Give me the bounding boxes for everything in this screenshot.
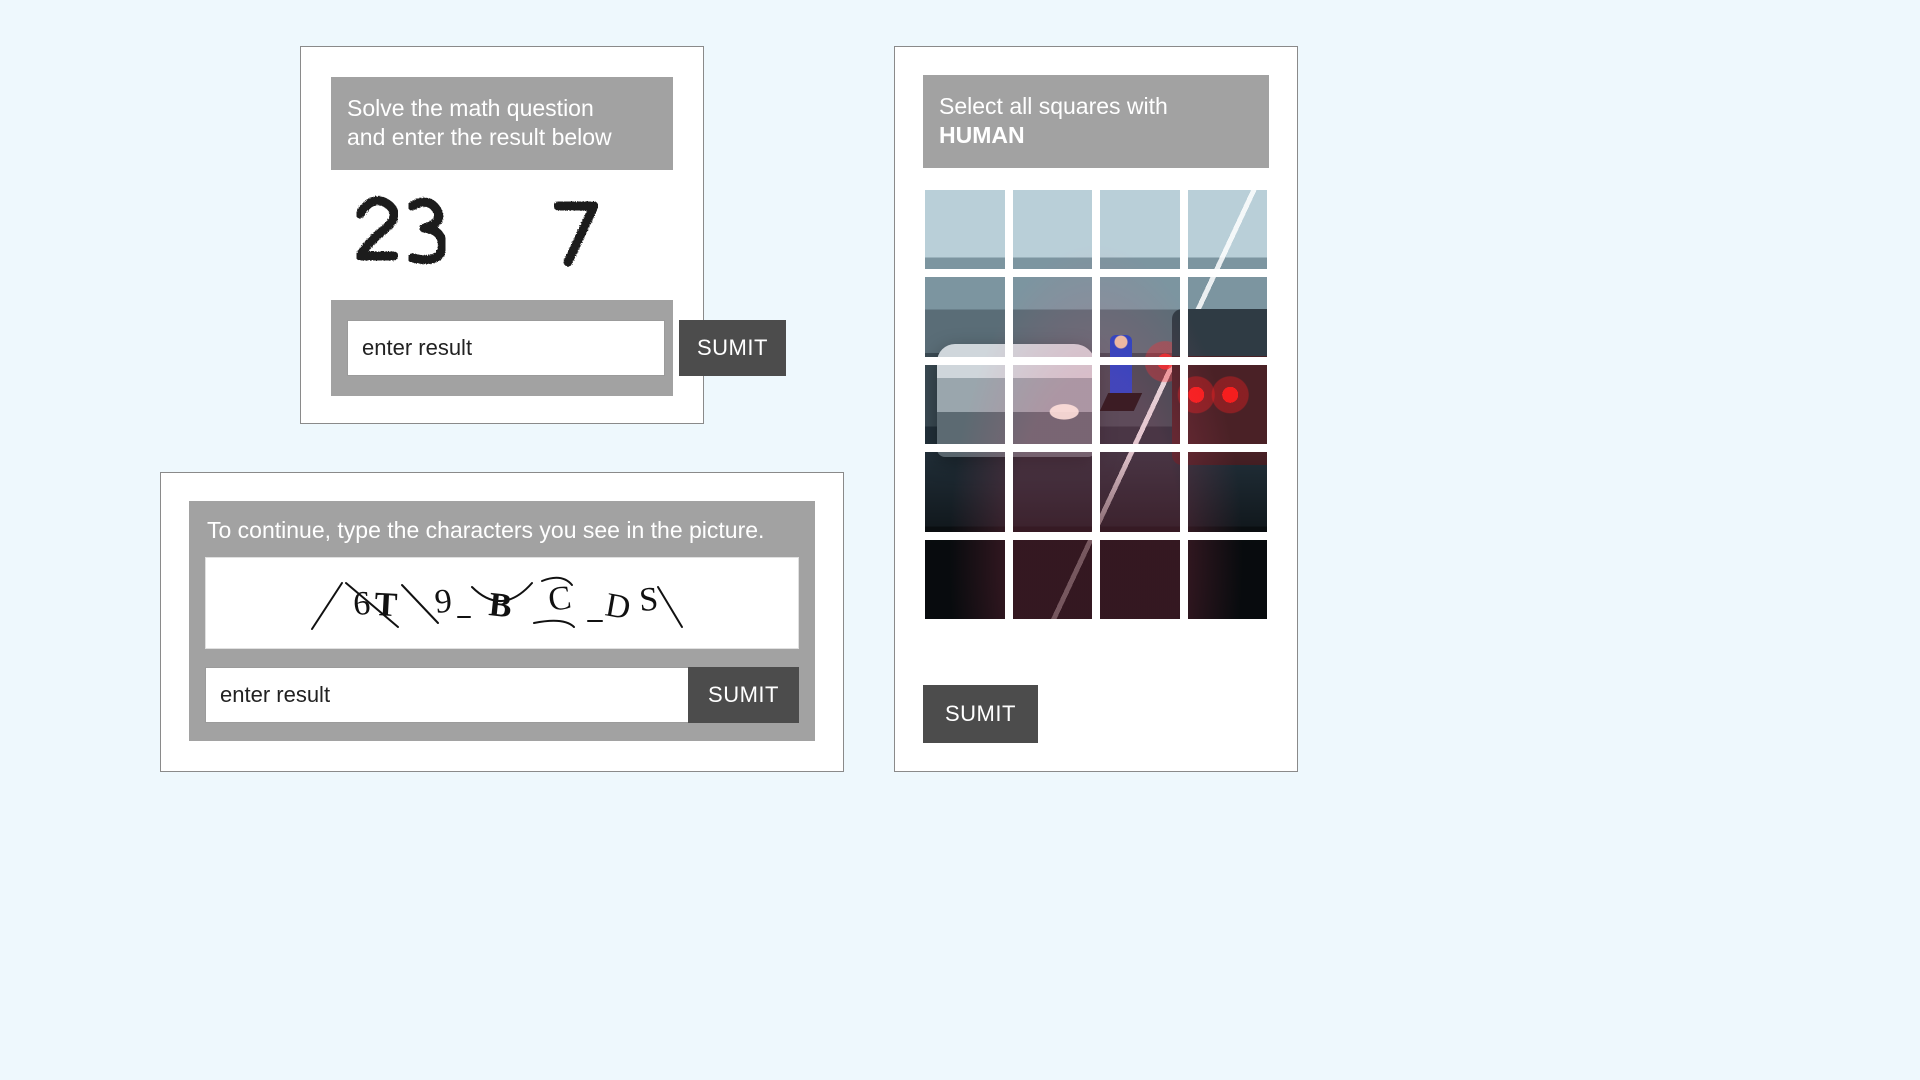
image-captcha-panel: Select all squares with HUMAN SUMIT [894,46,1298,772]
svg-text:T: T [374,586,399,624]
image-grid-tile[interactable] [1186,275,1270,359]
image-header-prefix: Select all squares with [939,93,1168,119]
image-grid-tile[interactable] [923,188,1007,272]
math-captcha-panel: Solve the math question and enter the re… [300,46,704,424]
math-input-row: SUMIT [331,300,673,396]
text-captcha-panel: To continue, type the characters you see… [160,472,844,772]
image-captcha-header: Select all squares with HUMAN [923,75,1269,168]
text-challenge-image: 6 T 9 B C D S [205,557,799,649]
image-grid-tile[interactable] [923,538,1007,622]
math-result-input[interactable] [347,320,665,376]
text-captcha-box: To continue, type the characters you see… [189,501,815,741]
svg-text:S: S [638,581,659,619]
math-captcha-box: Solve the math question and enter the re… [331,77,673,396]
text-submit-button[interactable]: SUMIT [688,667,799,723]
image-target-word: HUMAN [939,122,1025,148]
image-grid-tile[interactable] [1186,538,1270,622]
image-grid-tile[interactable] [923,450,1007,534]
image-grid-tile[interactable] [1186,450,1270,534]
svg-text:6: 6 [352,585,372,623]
math-challenge-image [331,170,673,300]
image-grid-tile[interactable] [1098,363,1182,447]
math-captcha-header: Solve the math question and enter the re… [331,77,673,170]
math-header-line2: and enter the result below [347,123,657,152]
image-grid-tile[interactable] [923,363,1007,447]
svg-text:C: C [546,579,574,619]
svg-text:B: B [487,586,513,625]
image-grid-tile[interactable] [1011,450,1095,534]
svg-text:9: 9 [433,582,454,621]
image-grid-area [923,188,1269,622]
image-grid-tile[interactable] [1011,538,1095,622]
image-grid-tile[interactable] [1098,188,1182,272]
image-grid-tile[interactable] [1098,538,1182,622]
text-captcha-svg: 6 T 9 B C D S [302,565,702,641]
image-grid-tile[interactable] [1011,275,1095,359]
image-submit-row: SUMIT [923,661,1269,743]
image-grid-tile[interactable] [923,275,1007,359]
svg-text:D: D [603,586,634,627]
image-grid-tile[interactable] [1098,275,1182,359]
text-result-input[interactable] [205,667,688,723]
text-captcha-header: To continue, type the characters you see… [189,501,815,555]
math-header-line1: Solve the math question [347,94,657,123]
math-submit-button[interactable]: SUMIT [679,320,786,376]
image-captcha-box: Select all squares with HUMAN [923,75,1269,168]
image-grid-tile[interactable] [1011,188,1095,272]
image-submit-button[interactable]: SUMIT [923,685,1038,743]
image-grid-tile[interactable] [1186,188,1270,272]
image-grid-overlay [923,188,1269,622]
math-expression-svg [342,180,662,290]
text-input-row: SUMIT [189,649,815,741]
image-grid-tile[interactable] [1098,450,1182,534]
image-grid-tile[interactable] [1011,363,1095,447]
image-grid-tile[interactable] [1186,363,1270,447]
